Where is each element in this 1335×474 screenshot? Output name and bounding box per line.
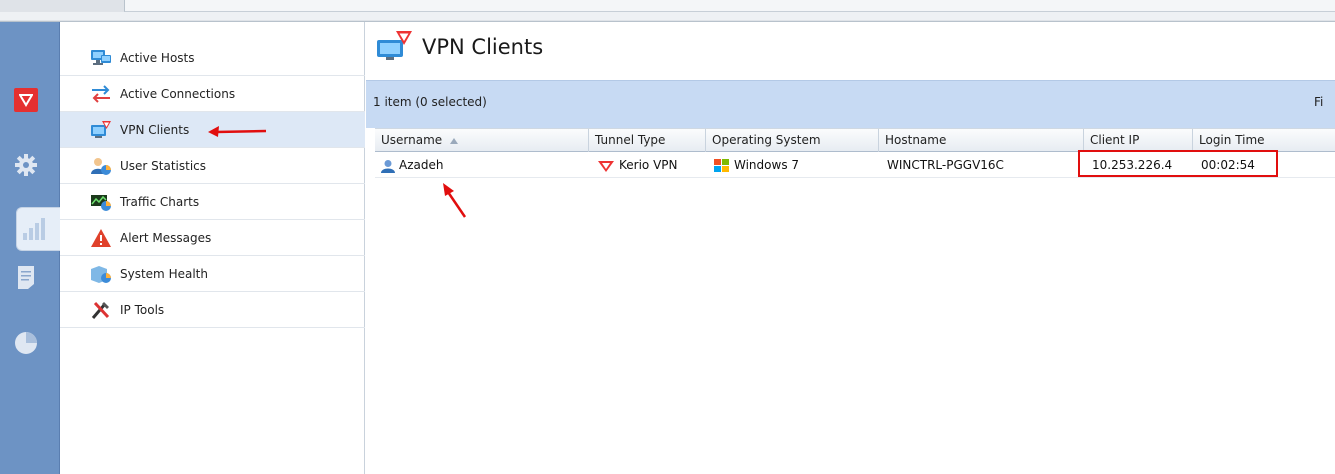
grid-header: Username Tunnel Type Operating System Ho… (375, 128, 1335, 152)
nav-label: Traffic Charts (120, 195, 200, 209)
column-header-operating-system[interactable]: Operating System (706, 129, 879, 152)
nav-item-active-connections[interactable]: Active Connections (60, 76, 365, 112)
status-bars-icon[interactable] (16, 207, 60, 251)
kerio-brand-icon[interactable] (14, 88, 38, 112)
nav-item-active-hosts[interactable]: Active Hosts (60, 40, 365, 76)
cell-tunnel-type: Kerio VPN (591, 153, 708, 178)
user-icon (381, 159, 395, 173)
grid-info-bar: 1 item (0 selected) Fi (366, 80, 1335, 122)
address-bar[interactable] (124, 0, 1335, 12)
nav-label: IP Tools (120, 303, 165, 317)
nav-label: User Statistics (120, 159, 207, 173)
active-connections-icon (90, 84, 112, 104)
annotation-arrow-icon (208, 126, 267, 137)
nav-item-alert-messages[interactable]: Alert Messages (60, 220, 365, 256)
nav-label: VPN Clients (120, 123, 190, 137)
main-panel: VPN Clients 1 item (0 selected) Fi (366, 22, 1335, 474)
filter-label[interactable]: Fi (1314, 95, 1323, 109)
cell-hostname: WINCTRL-PGGV16C (887, 158, 1004, 172)
status-navigation: Active Hosts Active Connections VPN Clie… (60, 22, 365, 474)
vpn-clients-icon (90, 120, 112, 140)
nav-label: System Health (120, 267, 208, 281)
vpn-clients-title-icon (376, 30, 416, 62)
nav-label: Active Hosts (120, 51, 195, 65)
column-header-login-time[interactable]: Login Time (1193, 129, 1335, 152)
active-hosts-icon (90, 48, 112, 68)
logs-document-icon[interactable] (13, 264, 39, 290)
app-icon-bar (0, 22, 60, 474)
nav-item-traffic-charts[interactable]: Traffic Charts (60, 184, 365, 220)
nav-label: Active Connections (120, 87, 236, 101)
browser-top-bar (0, 0, 1335, 22)
user-statistics-icon (90, 156, 112, 176)
traffic-charts-icon (90, 192, 112, 212)
alert-triangle-icon (90, 228, 112, 248)
system-health-icon (90, 264, 112, 284)
annotation-arrow-up-icon (443, 183, 467, 218)
settings-gear-icon[interactable] (13, 152, 39, 178)
column-header-hostname[interactable]: Hostname (879, 129, 1084, 152)
sort-ascending-icon (450, 137, 458, 144)
ip-tools-icon (90, 300, 112, 320)
kerio-vpn-icon (598, 160, 614, 172)
column-header-username[interactable]: Username (375, 129, 589, 152)
column-header-client-ip[interactable]: Client IP (1084, 129, 1193, 152)
nav-item-ip-tools[interactable]: IP Tools (60, 292, 365, 328)
column-header-tunnel-type[interactable]: Tunnel Type (589, 129, 706, 152)
reports-pie-icon[interactable] (13, 330, 39, 356)
cell-username: Azadeh (375, 153, 589, 178)
nav-item-user-statistics[interactable]: User Statistics (60, 148, 365, 184)
nav-item-system-health[interactable]: System Health (60, 256, 365, 292)
annotation-highlight-box (1078, 150, 1278, 177)
nav-label: Alert Messages (120, 231, 212, 245)
selection-count: 1 item (0 selected) (373, 95, 487, 109)
windows-logo-icon (714, 158, 729, 172)
cell-operating-system: Windows 7 (708, 153, 881, 178)
page-title: VPN Clients (422, 35, 544, 59)
